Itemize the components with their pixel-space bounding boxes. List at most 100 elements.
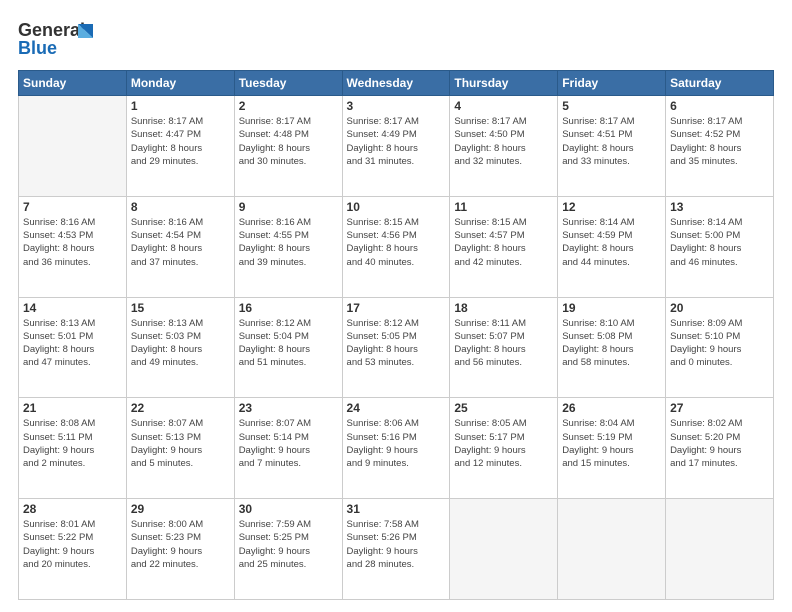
- table-row: 16 Sunrise: 8:12 AMSunset: 5:04 PMDayligh…: [234, 297, 342, 398]
- day-number: 16: [239, 301, 338, 315]
- table-row: 5 Sunrise: 8:17 AMSunset: 4:51 PMDaylight…: [558, 96, 666, 197]
- day-info: Sunrise: 8:02 AMSunset: 5:20 PMDaylight:…: [670, 417, 769, 470]
- day-info: Sunrise: 8:06 AMSunset: 5:16 PMDaylight:…: [347, 417, 446, 470]
- table-row: 30 Sunrise: 7:59 AMSunset: 5:25 PMDayligh…: [234, 499, 342, 600]
- day-number: 2: [239, 99, 338, 113]
- svg-text:Blue: Blue: [18, 38, 57, 58]
- day-number: 25: [454, 401, 553, 415]
- table-row: 15 Sunrise: 8:13 AMSunset: 5:03 PMDayligh…: [126, 297, 234, 398]
- table-row: 17 Sunrise: 8:12 AMSunset: 5:05 PMDayligh…: [342, 297, 450, 398]
- day-number: 6: [670, 99, 769, 113]
- table-row: 6 Sunrise: 8:17 AMSunset: 4:52 PMDaylight…: [666, 96, 774, 197]
- day-info: Sunrise: 8:00 AMSunset: 5:23 PMDaylight:…: [131, 518, 230, 571]
- day-number: 14: [23, 301, 122, 315]
- table-row: 7 Sunrise: 8:16 AMSunset: 4:53 PMDaylight…: [19, 196, 127, 297]
- table-row: [666, 499, 774, 600]
- logo-icon: GeneralBlue: [18, 18, 98, 60]
- day-info: Sunrise: 8:17 AMSunset: 4:47 PMDaylight:…: [131, 115, 230, 168]
- day-info: Sunrise: 8:07 AMSunset: 5:13 PMDaylight:…: [131, 417, 230, 470]
- day-info: Sunrise: 8:17 AMSunset: 4:51 PMDaylight:…: [562, 115, 661, 168]
- table-row: 12 Sunrise: 8:14 AMSunset: 4:59 PMDayligh…: [558, 196, 666, 297]
- day-info: Sunrise: 8:13 AMSunset: 5:01 PMDaylight:…: [23, 317, 122, 370]
- table-row: 29 Sunrise: 8:00 AMSunset: 5:23 PMDayligh…: [126, 499, 234, 600]
- day-number: 10: [347, 200, 446, 214]
- day-number: 1: [131, 99, 230, 113]
- table-row: 2 Sunrise: 8:17 AMSunset: 4:48 PMDaylight…: [234, 96, 342, 197]
- day-number: 19: [562, 301, 661, 315]
- logo: GeneralBlue: [18, 18, 98, 60]
- table-row: 14 Sunrise: 8:13 AMSunset: 5:01 PMDayligh…: [19, 297, 127, 398]
- calendar-week-row: 7 Sunrise: 8:16 AMSunset: 4:53 PMDaylight…: [19, 196, 774, 297]
- day-info: Sunrise: 8:17 AMSunset: 4:52 PMDaylight:…: [670, 115, 769, 168]
- table-row: [558, 499, 666, 600]
- day-info: Sunrise: 8:07 AMSunset: 5:14 PMDaylight:…: [239, 417, 338, 470]
- table-row: 19 Sunrise: 8:10 AMSunset: 5:08 PMDayligh…: [558, 297, 666, 398]
- table-row: 23Sunrise: 8:07 AMSunset: 5:14 PMDayligh…: [234, 398, 342, 499]
- header: GeneralBlue: [18, 18, 774, 60]
- day-number: 3: [347, 99, 446, 113]
- table-row: 26 Sunrise: 8:04 AMSunset: 5:19 PMDayligh…: [558, 398, 666, 499]
- day-number: 28: [23, 502, 122, 516]
- day-info: Sunrise: 8:01 AMSunset: 5:22 PMDaylight:…: [23, 518, 122, 571]
- day-info: Sunrise: 8:04 AMSunset: 5:19 PMDaylight:…: [562, 417, 661, 470]
- day-info: Sunrise: 8:12 AMSunset: 5:05 PMDaylight:…: [347, 317, 446, 370]
- day-info: Sunrise: 8:17 AMSunset: 4:48 PMDaylight:…: [239, 115, 338, 168]
- table-row: 20Sunrise: 8:09 AMSunset: 5:10 PMDayligh…: [666, 297, 774, 398]
- calendar-header-cell: Wednesday: [342, 71, 450, 96]
- day-info: Sunrise: 7:58 AMSunset: 5:26 PMDaylight:…: [347, 518, 446, 571]
- day-info: Sunrise: 8:08 AMSunset: 5:11 PMDaylight:…: [23, 417, 122, 470]
- table-row: 4Sunrise: 8:17 AMSunset: 4:50 PMDaylight…: [450, 96, 558, 197]
- day-number: 15: [131, 301, 230, 315]
- table-row: 27Sunrise: 8:02 AMSunset: 5:20 PMDayligh…: [666, 398, 774, 499]
- table-row: 18 Sunrise: 8:11 AMSunset: 5:07 PMDayligh…: [450, 297, 558, 398]
- day-number: 26: [562, 401, 661, 415]
- table-row: 11 Sunrise: 8:15 AMSunset: 4:57 PMDayligh…: [450, 196, 558, 297]
- day-info: Sunrise: 8:16 AMSunset: 4:53 PMDaylight:…: [23, 216, 122, 269]
- calendar-header-cell: Monday: [126, 71, 234, 96]
- table-row: 25 Sunrise: 8:05 AMSunset: 5:17 PMDayligh…: [450, 398, 558, 499]
- calendar-week-row: 1 Sunrise: 8:17 AMSunset: 4:47 PMDaylight…: [19, 96, 774, 197]
- table-row: [450, 499, 558, 600]
- table-row: 24 Sunrise: 8:06 AMSunset: 5:16 PMDayligh…: [342, 398, 450, 499]
- table-row: [19, 96, 127, 197]
- day-info: Sunrise: 7:59 AMSunset: 5:25 PMDaylight:…: [239, 518, 338, 571]
- day-info: Sunrise: 8:15 AMSunset: 4:57 PMDaylight:…: [454, 216, 553, 269]
- table-row: 1 Sunrise: 8:17 AMSunset: 4:47 PMDaylight…: [126, 96, 234, 197]
- table-row: 3Sunrise: 8:17 AMSunset: 4:49 PMDaylight…: [342, 96, 450, 197]
- day-number: 8: [131, 200, 230, 214]
- day-number: 12: [562, 200, 661, 214]
- table-row: 13 Sunrise: 8:14 AMSunset: 5:00 PMDayligh…: [666, 196, 774, 297]
- day-info: Sunrise: 8:16 AMSunset: 4:54 PMDaylight:…: [131, 216, 230, 269]
- day-number: 29: [131, 502, 230, 516]
- day-number: 7: [23, 200, 122, 214]
- calendar-header-cell: Thursday: [450, 71, 558, 96]
- day-number: 22: [131, 401, 230, 415]
- calendar-header-cell: Friday: [558, 71, 666, 96]
- day-number: 30: [239, 502, 338, 516]
- calendar-header-cell: Sunday: [19, 71, 127, 96]
- day-number: 18: [454, 301, 553, 315]
- day-number: 17: [347, 301, 446, 315]
- day-number: 24: [347, 401, 446, 415]
- day-info: Sunrise: 8:10 AMSunset: 5:08 PMDaylight:…: [562, 317, 661, 370]
- day-number: 5: [562, 99, 661, 113]
- calendar: SundayMondayTuesdayWednesdayThursdayFrid…: [18, 70, 774, 600]
- table-row: 28 Sunrise: 8:01 AMSunset: 5:22 PMDayligh…: [19, 499, 127, 600]
- day-info: Sunrise: 8:05 AMSunset: 5:17 PMDaylight:…: [454, 417, 553, 470]
- day-info: Sunrise: 8:14 AMSunset: 4:59 PMDaylight:…: [562, 216, 661, 269]
- day-info: Sunrise: 8:11 AMSunset: 5:07 PMDaylight:…: [454, 317, 553, 370]
- calendar-header-row: SundayMondayTuesdayWednesdayThursdayFrid…: [19, 71, 774, 96]
- day-info: Sunrise: 8:16 AMSunset: 4:55 PMDaylight:…: [239, 216, 338, 269]
- table-row: 10Sunrise: 8:15 AMSunset: 4:56 PMDayligh…: [342, 196, 450, 297]
- day-number: 11: [454, 200, 553, 214]
- day-info: Sunrise: 8:12 AMSunset: 5:04 PMDaylight:…: [239, 317, 338, 370]
- calendar-header-cell: Tuesday: [234, 71, 342, 96]
- day-info: Sunrise: 8:13 AMSunset: 5:03 PMDaylight:…: [131, 317, 230, 370]
- calendar-week-row: 21 Sunrise: 8:08 AMSunset: 5:11 PMDayligh…: [19, 398, 774, 499]
- day-number: 13: [670, 200, 769, 214]
- table-row: 8 Sunrise: 8:16 AMSunset: 4:54 PMDaylight…: [126, 196, 234, 297]
- day-number: 20: [670, 301, 769, 315]
- day-info: Sunrise: 8:14 AMSunset: 5:00 PMDaylight:…: [670, 216, 769, 269]
- table-row: 31Sunrise: 7:58 AMSunset: 5:26 PMDayligh…: [342, 499, 450, 600]
- day-number: 21: [23, 401, 122, 415]
